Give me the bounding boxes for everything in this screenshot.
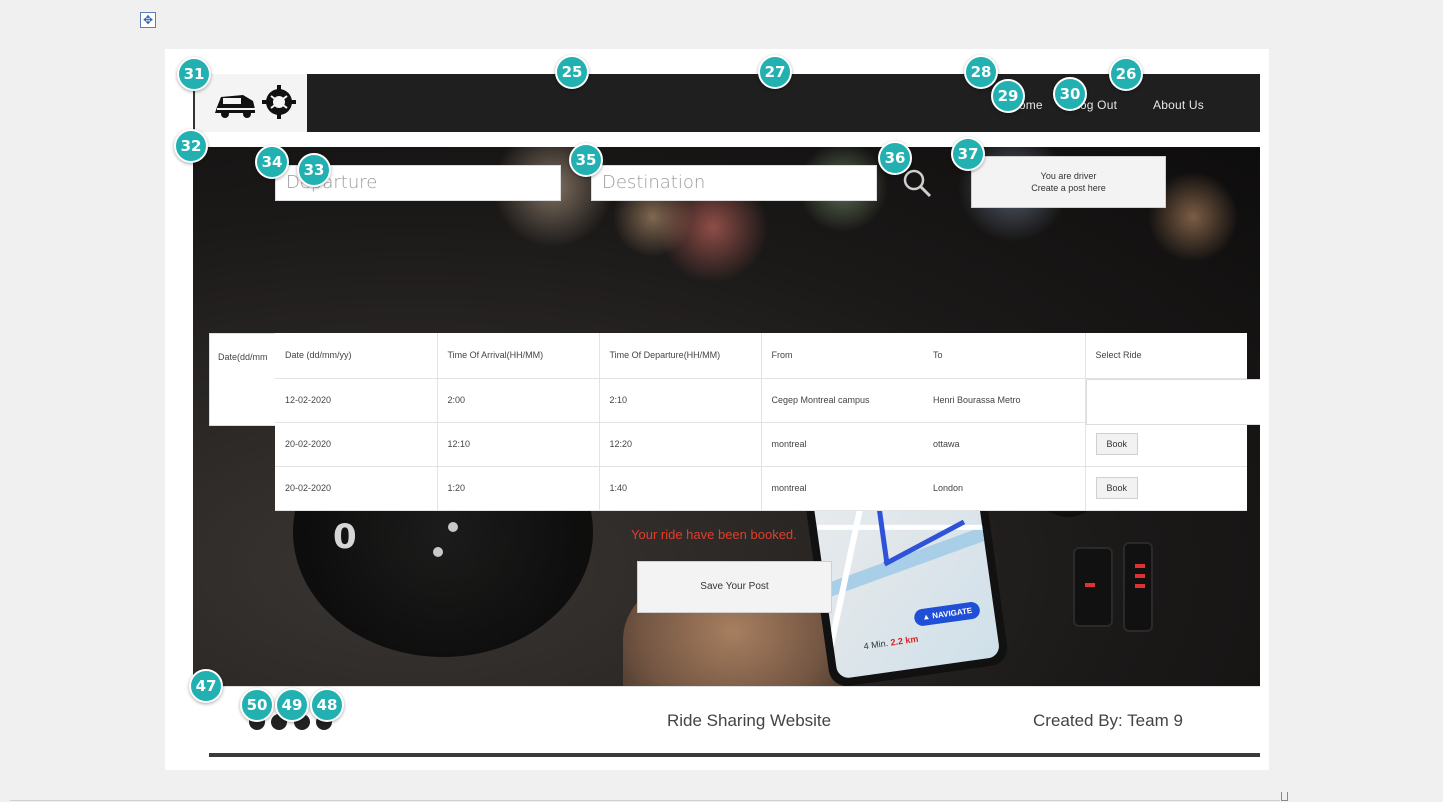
book-button[interactable]: Book bbox=[1095, 433, 1139, 455]
cell-from: Cegep Montreal campus bbox=[761, 378, 923, 423]
create-post-button[interactable]: You are driver Create a post here bbox=[971, 156, 1166, 208]
annotation-marker: 36 bbox=[878, 141, 912, 175]
cell-departure: 1:40 bbox=[599, 466, 762, 511]
eta-readout: 4 Min. 2.2 km bbox=[863, 634, 919, 652]
cell-to: Henri Bourassa Metro bbox=[923, 378, 1086, 423]
col-header-select: Select Ride bbox=[1085, 333, 1247, 379]
annotation-marker: 47 bbox=[189, 669, 223, 703]
col-header-from: From bbox=[761, 333, 923, 379]
cell-to: ottawa bbox=[923, 422, 1086, 467]
gauge-tick bbox=[448, 522, 458, 532]
vent-led bbox=[1085, 583, 1095, 587]
annotation-marker: 37 bbox=[951, 137, 985, 171]
paragraph-mark-icon bbox=[1281, 792, 1288, 801]
navigate-button: ▲ NAVIGATE bbox=[913, 600, 982, 627]
gear-icon bbox=[262, 85, 296, 119]
cell-to: London bbox=[923, 466, 1086, 511]
cell-arrival: 1:20 bbox=[437, 466, 600, 511]
annotation-marker: 31 bbox=[177, 57, 211, 91]
eta-distance: 2.2 km bbox=[889, 633, 919, 648]
cell-date: 20-02-2020 bbox=[275, 422, 438, 467]
document-page: Home Log Out About Us 0 ▲ NAVIGATE 4 Min… bbox=[165, 49, 1269, 770]
vent-led bbox=[1135, 584, 1145, 588]
hero-background-image: 0 ▲ NAVIGATE 4 Min. 2.2 km Departure Des… bbox=[193, 147, 1260, 727]
cell-from: montreal bbox=[761, 466, 923, 511]
site-footer: Ride Sharing Website Created By: Team 9 bbox=[209, 686, 1260, 754]
book-button[interactable]: Book bbox=[1095, 477, 1139, 499]
air-vent-image bbox=[1123, 542, 1153, 632]
car-icon bbox=[215, 95, 255, 118]
table-header-row: Date (dd/mm/yy) Time Of Arrival(HH/MM) T… bbox=[275, 333, 1247, 379]
save-post-button[interactable]: Save Your Post bbox=[637, 561, 832, 613]
cell-date: 12-02-2020 bbox=[275, 378, 438, 423]
footer-bottom-strip bbox=[209, 753, 1260, 757]
create-post-line1: You are driver bbox=[1040, 171, 1097, 181]
table-move-handle-icon[interactable]: ✥ bbox=[140, 12, 156, 28]
cell-select: Book bbox=[1085, 422, 1247, 467]
footer-credit: Created By: Team 9 bbox=[1033, 711, 1183, 730]
cell-departure: 2:10 bbox=[599, 378, 762, 423]
nav-about-link[interactable]: About Us bbox=[1153, 98, 1204, 112]
annotation-marker: 48 bbox=[310, 688, 344, 722]
eta-time: 4 Min. bbox=[863, 638, 889, 652]
select-ride-cell-overhang bbox=[1086, 379, 1260, 425]
annotation-marker: 29 bbox=[991, 79, 1025, 113]
cell-from: montreal bbox=[761, 422, 923, 467]
annotation-marker: 25 bbox=[555, 55, 589, 89]
ghost-table-header: Date(dd/mm bbox=[218, 352, 268, 362]
annotation-marker: 32 bbox=[174, 129, 208, 163]
cell-arrival: 2:00 bbox=[437, 378, 600, 423]
vent-led bbox=[1135, 574, 1145, 578]
gauge-digit: 0 bbox=[333, 517, 357, 557]
cell-date: 20-02-2020 bbox=[275, 466, 438, 511]
annotation-marker: 35 bbox=[569, 143, 603, 177]
annotation-marker: 34 bbox=[255, 145, 289, 179]
annotation-marker: 26 bbox=[1109, 57, 1143, 91]
cell-select: Book bbox=[1085, 466, 1247, 511]
vent-led bbox=[1135, 564, 1145, 568]
col-header-to: To bbox=[923, 333, 1086, 379]
site-logo[interactable] bbox=[193, 74, 307, 132]
annotation-marker: 50 bbox=[240, 688, 274, 722]
booking-confirmation-message: Your ride have been booked. bbox=[631, 527, 797, 542]
col-header-arrival: Time Of Arrival(HH/MM) bbox=[437, 333, 600, 379]
annotation-marker: 33 bbox=[297, 153, 331, 187]
air-vent-image bbox=[1073, 547, 1113, 627]
destination-input[interactable]: Destination bbox=[591, 165, 877, 201]
website-mockup: Home Log Out About Us 0 ▲ NAVIGATE 4 Min… bbox=[193, 74, 1260, 757]
footer-title: Ride Sharing Website bbox=[667, 711, 832, 730]
annotation-marker: 49 bbox=[275, 688, 309, 722]
search-icon[interactable] bbox=[901, 167, 933, 199]
page-border bbox=[10, 800, 1280, 801]
cell-departure: 12:20 bbox=[599, 422, 762, 467]
top-navbar: Home Log Out About Us bbox=[193, 74, 1260, 132]
create-post-line2: Create a post here bbox=[1031, 183, 1106, 193]
cell-arrival: 12:10 bbox=[437, 422, 600, 467]
table-row: 20-02-2020 1:20 1:40 montreal London Boo… bbox=[275, 466, 1247, 511]
annotation-marker: 27 bbox=[758, 55, 792, 89]
annotation-marker: 30 bbox=[1053, 77, 1087, 111]
col-header-date: Date (dd/mm/yy) bbox=[275, 333, 438, 379]
table-row: 20-02-2020 12:10 12:20 montreal ottawa B… bbox=[275, 422, 1247, 467]
col-header-departure: Time Of Departure(HH/MM) bbox=[599, 333, 762, 379]
annotation-marker: 28 bbox=[964, 55, 998, 89]
gauge-tick bbox=[433, 547, 443, 557]
